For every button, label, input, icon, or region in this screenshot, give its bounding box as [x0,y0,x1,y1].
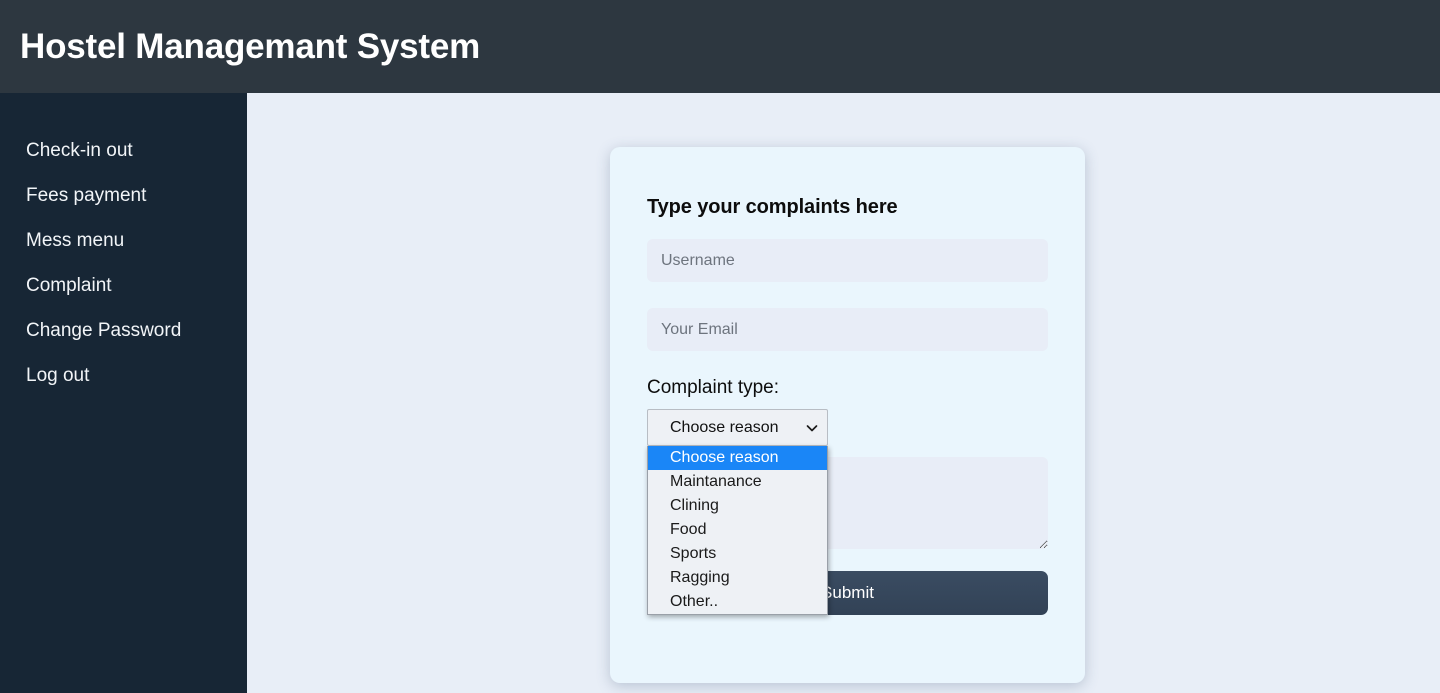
chevron-down-icon [806,424,818,431]
sidebar-item-complaint[interactable]: Complaint [0,275,247,297]
page-title: Hostel Managemant System [20,26,481,66]
complaint-type-selected-value: Choose reason [670,418,779,436]
option-food[interactable]: Food [648,518,827,542]
email-field[interactable] [647,308,1048,351]
sidebar-item-mess-menu[interactable]: Mess menu [0,230,247,252]
option-maintanance[interactable]: Maintanance [648,470,827,494]
option-ragging[interactable]: Ragging [648,566,827,590]
option-other[interactable]: Other.. [648,590,827,614]
complaint-type-label: Complaint type: [647,377,780,398]
option-clining[interactable]: Clining [648,494,827,518]
sidebar-item-fees-payment[interactable]: Fees payment [0,185,247,207]
sidebar-item-check-in-out[interactable]: Check-in out [0,140,247,162]
option-sports[interactable]: Sports [648,542,827,566]
complaint-form: Type your complaints here Complaint type… [647,196,1048,615]
sidebar-item-change-password[interactable]: Change Password [0,320,247,342]
sidebar-item-log-out[interactable]: Log out [0,365,247,387]
username-input[interactable] [647,239,1048,282]
complaint-type-select-wrapper: Choose reason Choose reason Maintanance … [647,409,828,615]
complaint-type-options-list[interactable]: Choose reason Maintanance Clining Food S… [647,446,828,615]
complaint-card: Type your complaints here Complaint type… [610,147,1085,683]
complaint-type-select[interactable]: Choose reason [647,409,828,446]
form-heading: Type your complaints here [647,196,898,218]
app-header: Hostel Managemant System [0,0,1440,93]
option-choose-reason[interactable]: Choose reason [648,446,827,470]
sidebar: Check-in out Fees payment Mess menu Comp… [0,93,247,693]
